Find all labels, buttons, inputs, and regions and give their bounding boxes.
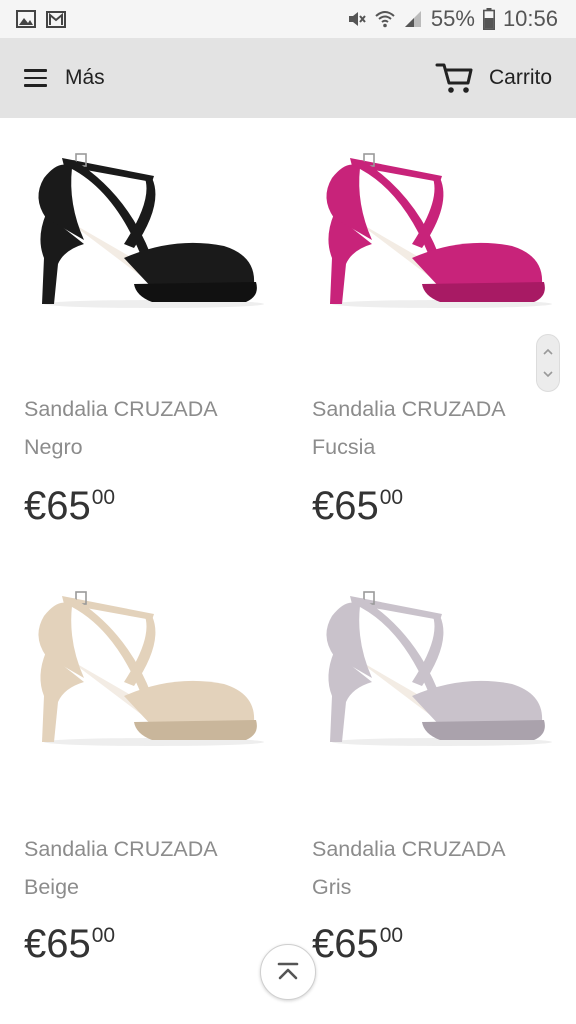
product-color: Beige [24, 875, 79, 899]
shoe-sole [422, 282, 545, 302]
cross-strap [124, 614, 156, 686]
product-image[interactable] [24, 118, 264, 318]
status-bar: 55% 10:56 [0, 0, 576, 38]
product-title[interactable]: Sandalia CRUZADA Fucsia [312, 390, 572, 466]
chevron-down-icon[interactable] [542, 370, 554, 378]
product-name: Sandalia CRUZADA [24, 837, 218, 861]
shoe-sole [134, 282, 257, 302]
price-cents: 00 [379, 924, 404, 947]
product-price: €65 00 [312, 922, 403, 967]
cross-strap [412, 614, 444, 686]
product-card-beige[interactable]: Sandalia CRUZADA Beige €65 00 [24, 556, 274, 976]
arrow-up-to-top-icon [277, 962, 299, 980]
product-card-fucsia[interactable]: Sandalia CRUZADA Fucsia €65 00 [312, 118, 562, 538]
product-price: €65 00 [24, 922, 115, 967]
gmail-icon [46, 11, 66, 28]
shoe-sole [422, 720, 545, 740]
product-name: Sandalia CRUZADA [312, 837, 506, 861]
product-price: €65 00 [24, 484, 115, 529]
product-card-negro[interactable]: Sandalia CRUZADA Negro €65 00 [24, 118, 274, 538]
product-image[interactable] [312, 118, 552, 318]
product-price: €65 00 [312, 484, 403, 529]
chevron-up-icon[interactable] [542, 348, 554, 356]
product-image[interactable] [24, 556, 264, 756]
price-main: €65 [312, 484, 379, 528]
product-title[interactable]: Sandalia CRUZADA Beige [24, 830, 284, 906]
shopping-cart-icon [435, 63, 473, 93]
site-header: Más Carrito [0, 38, 576, 118]
battery-percentage: 55% [430, 6, 475, 31]
price-cents: 00 [91, 486, 116, 509]
product-image[interactable] [312, 556, 552, 756]
product-card-gris[interactable]: Sandalia CRUZADA Gris €65 00 [312, 556, 562, 976]
clock: 10:56 [502, 6, 558, 31]
price-main: €65 [24, 484, 91, 528]
cross-strap [412, 176, 444, 248]
cart-label: Carrito [488, 66, 552, 89]
product-name: Sandalia CRUZADA [24, 397, 218, 421]
menu-button[interactable]: Más [24, 60, 105, 96]
cart-button[interactable]: Carrito [435, 60, 552, 96]
menu-label: Más [65, 66, 105, 89]
shoe-sole [134, 720, 257, 740]
wifi-icon [375, 11, 395, 28]
battery-icon [482, 8, 495, 30]
product-color: Gris [312, 875, 352, 899]
cross-strap [124, 176, 156, 248]
product-color: Negro [24, 435, 83, 459]
product-title[interactable]: Sandalia CRUZADA Gris [312, 830, 572, 906]
product-color: Fucsia [312, 435, 376, 459]
back-to-top-button[interactable] [260, 944, 316, 1000]
price-cents: 00 [379, 486, 404, 509]
price-cents: 00 [91, 924, 116, 947]
product-title[interactable]: Sandalia CRUZADA Negro [24, 390, 284, 466]
price-main: €65 [312, 922, 379, 966]
signal-icon [404, 11, 421, 27]
price-main: €65 [24, 922, 91, 966]
hamburger-icon [24, 69, 47, 87]
scroll-control[interactable] [536, 334, 560, 392]
product-name: Sandalia CRUZADA [312, 397, 506, 421]
image-icon [16, 10, 36, 28]
mute-icon [348, 12, 366, 26]
